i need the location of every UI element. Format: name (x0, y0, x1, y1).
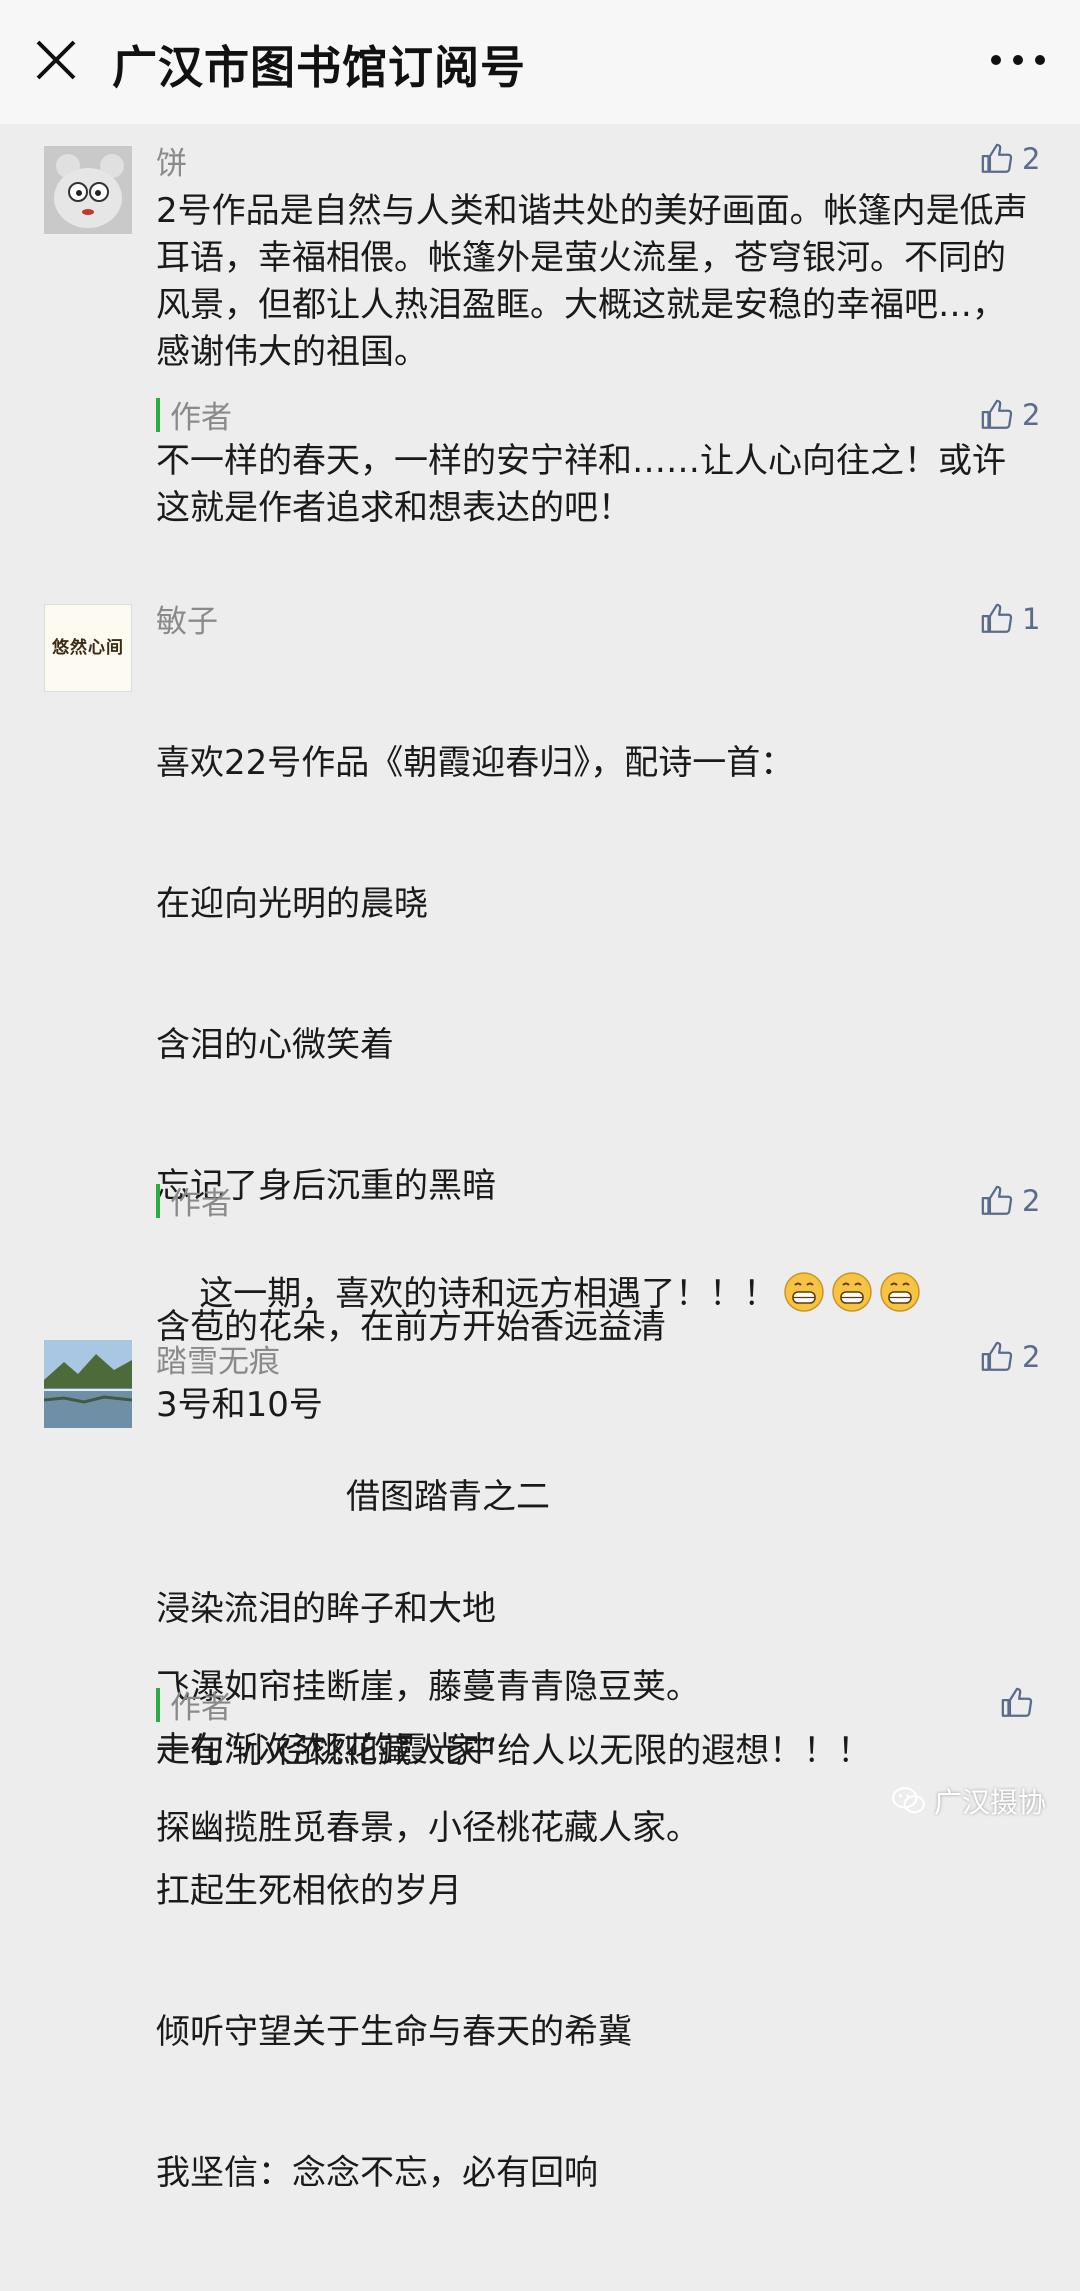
reply-accent-bar (156, 1687, 160, 1722)
reply-text-content: 这一期，喜欢的诗和远方相遇了！！！ (199, 1274, 778, 1314)
poem-line: 我坚信：念念不忘，必有回响 (156, 2153, 598, 2193)
reply-text: 一句“小径桃花藏人家”给人以无限的遐想！！！ (156, 1731, 872, 1771)
reply-tag-label: 作者 (170, 1690, 232, 1726)
thumbs-up-icon (981, 1341, 1013, 1371)
poem-title: 借图踏青之二 (346, 1477, 550, 1517)
like-count: 2 (1022, 1184, 1041, 1218)
thumbs-up-icon (1001, 1687, 1033, 1717)
author-reply-tag: 作者 (156, 392, 232, 437)
poem-line: 忘记了身后沉重的黑暗 (156, 1166, 496, 1206)
like-count: 1 (1022, 602, 1041, 636)
reply-accent-bar (156, 1183, 160, 1218)
grin-emoji-icon (880, 1272, 920, 1312)
thumbs-up-icon (981, 603, 1013, 633)
avatar[interactable] (44, 146, 132, 234)
like-button[interactable]: 2 (980, 142, 1040, 176)
comment-nickname: 踏雪无痕 (156, 1344, 280, 1380)
avatar[interactable]: 悠然心间 (44, 604, 132, 692)
thumbs-up-icon (981, 1185, 1013, 1215)
avatar[interactable] (44, 1340, 132, 1428)
author-reply-tag: 作者 (156, 1682, 232, 1727)
reply-accent-bar (156, 397, 160, 432)
poem-line: 喜欢22号作品《朝霞迎春归》，配诗一首： (156, 743, 795, 783)
comment-text: 喜欢22号作品《朝霞迎春归》，配诗一首： 在迎向光明的晨晓 含泪的心微笑着 忘记… (156, 646, 1036, 2291)
poem-line: 在迎向光明的晨晓 (156, 884, 428, 924)
like-button[interactable]: 1 (980, 602, 1040, 636)
reply-like-button[interactable] (1000, 1686, 1034, 1720)
reply-tag-label: 作者 (170, 1186, 232, 1222)
close-icon[interactable] (34, 38, 78, 82)
comment-nickname: 饼 (156, 146, 187, 182)
reply-like-button[interactable]: 2 (980, 398, 1040, 432)
watermark-text: 广汉摄协 (933, 1786, 1046, 1819)
like-count: 2 (1022, 398, 1041, 432)
poem-line: 飞瀑如帘挂断崖，藤蔓青青隐豆荚。 (156, 1667, 700, 1707)
comment-text: 2号作品是自然与人类和谐共处的美好画面。帐篷内是低声耳语，幸福相偎。帐篷外是萤火… (156, 191, 1028, 372)
reply-like-button[interactable]: 2 (980, 1184, 1040, 1218)
grin-emoji-icon (784, 1272, 824, 1312)
reply-text: 不一样的春天，一样的安宁祥和……让人心向往之！或许这就是作者追求和想表达的吧！ (156, 441, 1006, 528)
more-options-icon[interactable] (988, 52, 1048, 68)
like-count: 2 (1022, 142, 1041, 176)
page-title: 广汉市图书馆订阅号 (112, 41, 527, 94)
thumbs-up-icon (981, 143, 1013, 173)
watermark: 广汉摄协 (891, 1781, 1046, 1821)
avatar-calligraphy: 悠然心间 (52, 638, 124, 658)
grin-emoji-icon (832, 1272, 872, 1312)
reply-tag-label: 作者 (170, 400, 232, 436)
wechat-icon (891, 1787, 925, 1814)
comment-text: 3号和10号 (156, 1385, 323, 1425)
comment-nickname: 敏子 (156, 604, 218, 640)
author-reply-tag: 作者 (156, 1178, 232, 1223)
poem-line: 含泪的心微笑着 (156, 1025, 394, 1065)
thumbs-up-icon (981, 399, 1013, 429)
top-bar: 广汉市图书馆订阅号 (0, 0, 1080, 124)
poem-line: 倾听守望关于生命与春天的希冀 (156, 2012, 632, 2052)
like-button[interactable]: 2 (980, 1340, 1040, 1374)
reply-text: 这一期，喜欢的诗和远方相遇了！！！ (156, 1224, 1036, 1365)
like-count: 2 (1022, 1340, 1041, 1374)
